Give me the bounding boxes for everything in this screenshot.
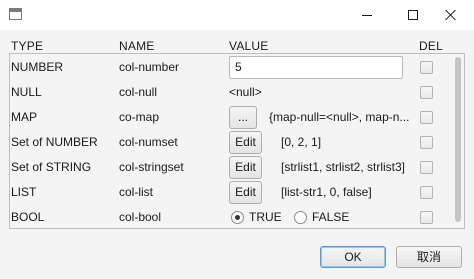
scrollbar-thumb[interactable] — [455, 57, 461, 222]
header-name: NAME — [119, 39, 155, 53]
minimize-icon — [362, 14, 372, 16]
row-type: NUMBER — [11, 60, 64, 74]
row-name: col-numset — [119, 135, 178, 149]
delete-checkbox[interactable] — [420, 111, 433, 124]
row-name: col-stringset — [119, 160, 184, 174]
radio-true-label[interactable]: TRUE — [249, 205, 282, 228]
row-name: col-null — [119, 85, 158, 99]
table-row: BOOL col-bool TRUE FALSE — [10, 205, 451, 228]
table-row: Set of STRING col-stringset Edit [strlis… — [10, 155, 451, 180]
row-name: col-list — [119, 185, 154, 199]
map-edit-button[interactable]: ... — [229, 106, 257, 129]
row-type: Set of NUMBER — [11, 135, 98, 149]
delete-checkbox[interactable] — [420, 86, 433, 99]
radio-false[interactable] — [294, 211, 307, 224]
row-type: BOOL — [11, 210, 45, 224]
header-del: DEL — [419, 39, 443, 53]
window-icon — [9, 8, 22, 20]
stringset-edit-button[interactable]: Edit — [229, 156, 262, 179]
table-row: LIST col-list Edit [list-str1, 0, false] — [10, 180, 451, 205]
row-type: LIST — [11, 185, 37, 199]
delete-checkbox[interactable] — [420, 61, 433, 74]
table-row: Set of NUMBER col-numset Edit [0, 2, 1] — [10, 130, 451, 155]
title-bar[interactable] — [0, 0, 474, 30]
row-name: col-number — [119, 60, 180, 74]
row-name: co-map — [119, 110, 160, 124]
fields-table: NUMBER col-number 5 NULL col-null <null>… — [9, 53, 465, 229]
table-row: MAP co-map ... {map-null=<null>, map-n..… — [10, 105, 451, 130]
close-icon — [445, 9, 457, 21]
vertical-scrollbar[interactable] — [451, 54, 464, 228]
table-row: NULL col-null <null> — [10, 80, 451, 105]
row-type: Set of STRING — [11, 160, 92, 174]
maximize-icon — [408, 10, 418, 20]
delete-checkbox[interactable] — [420, 161, 433, 174]
minimize-button[interactable] — [344, 0, 390, 30]
delete-checkbox[interactable] — [420, 136, 433, 149]
delete-checkbox[interactable] — [420, 186, 433, 199]
numset-edit-button[interactable]: Edit — [229, 131, 262, 154]
header-type: TYPE — [11, 39, 44, 53]
radio-false-label[interactable]: FALSE — [312, 205, 349, 228]
ok-button[interactable]: OK — [320, 246, 386, 268]
row-type: MAP — [11, 110, 38, 124]
cancel-button[interactable]: 取消 — [396, 246, 462, 268]
delete-checkbox[interactable] — [420, 211, 433, 224]
header-value: VALUE — [229, 39, 269, 53]
close-button[interactable] — [428, 0, 474, 30]
radio-true[interactable] — [231, 211, 244, 224]
row-type: NULL — [11, 85, 42, 99]
number-value-field[interactable]: 5 — [229, 56, 403, 79]
table-row: NUMBER col-number 5 — [10, 55, 451, 80]
list-edit-button[interactable]: Edit — [229, 181, 262, 204]
null-value-label: <null> — [229, 85, 262, 99]
row-name: col-bool — [119, 210, 162, 224]
